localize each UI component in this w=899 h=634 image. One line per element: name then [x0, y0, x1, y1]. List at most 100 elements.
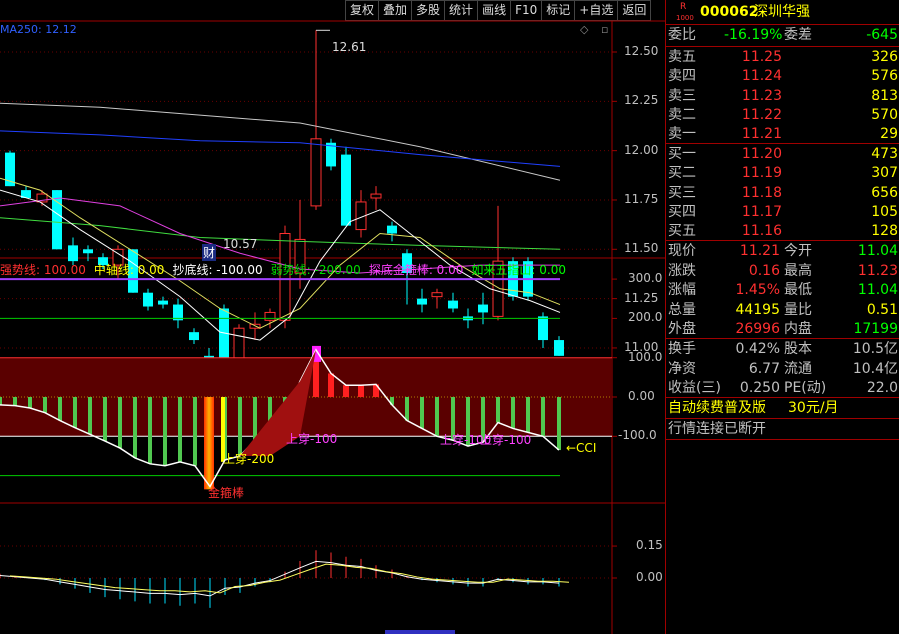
cci-green-bar [103, 397, 107, 442]
cci-green-bar [0, 397, 2, 405]
ind-tick-label: 300.0 [628, 271, 663, 286]
stat-row: 涨跌 0.16 最高 11.23 [668, 262, 898, 279]
macd-dea-line [9, 563, 570, 594]
stat2-row: 换手 0.42% 股本 10.5亿 [668, 341, 898, 357]
cci-green-bar [163, 397, 167, 466]
bid-row-2: 买二 11.19 307 [668, 165, 898, 182]
cci-green-bar [118, 397, 122, 449]
close-chart-icon[interactable]: ▫ [601, 23, 608, 36]
ind-tick-label: 0.00 [628, 389, 655, 403]
chart-area[interactable] [0, 0, 665, 634]
stat-row: 现价 11.21 今开 11.04 [668, 243, 898, 259]
cci-green-bar [557, 397, 561, 451]
stat-row: 总量 44195 量比 0.51 [668, 301, 898, 318]
high-price-label: 12.61 [332, 40, 367, 54]
stock-code: 000062 [700, 4, 759, 20]
price-tick-label: 12.50 [624, 44, 659, 58]
bid-row-5: 买五 11.16 128 [668, 223, 898, 240]
candle-down [538, 316, 548, 341]
legend-item-5: 如来五指山: 0.00 [471, 263, 566, 277]
cci-green-bar [238, 397, 242, 456]
promo-price[interactable]: 30元/月 [788, 398, 839, 418]
ind-tick-label: -100.0 [618, 428, 657, 443]
cci-green-bar [511, 397, 515, 429]
candle-down [448, 300, 458, 309]
legend-item-4: 探底金箍棒: 0.00 [368, 263, 464, 277]
promo-text[interactable]: 自动续费普及版 [668, 398, 766, 418]
stock-name: 深圳华强 [754, 4, 810, 20]
candle-up [370, 193, 382, 199]
candle-down [387, 225, 397, 234]
candle-down [478, 304, 488, 313]
ask-row-2: 卖二 11.22 570 [668, 106, 898, 123]
stat2-row: 收益(三) 0.250 PE(动) 22.0 [668, 380, 898, 396]
candle-down [417, 298, 427, 305]
price-tick-label: 11.50 [624, 241, 659, 256]
legend-item-0: 强势线: 100.00 [0, 263, 86, 277]
cci-green-bar [178, 397, 182, 462]
candle-up [431, 292, 443, 298]
macd-tick-label: 0.00 [636, 570, 663, 584]
cci-green-bar [420, 397, 424, 429]
ma-line-white [0, 102, 561, 181]
cci-green-bar [193, 397, 197, 466]
plot-frame [0, 21, 612, 634]
cci-red-bar [328, 373, 334, 397]
ask-row-4: 卖四 11.24 576 [668, 68, 898, 85]
cci-green-bar [148, 397, 152, 464]
financial-marker[interactable]: 财 [202, 244, 217, 261]
annotation-up-100-c: 上穿-100 [480, 433, 532, 447]
macd-dif-line [0, 560, 560, 597]
stat2-row: 净资 6.77 流通 10.4亿 [668, 360, 898, 377]
cci-label: ←CCI [566, 441, 597, 455]
cci-green-bar [405, 397, 409, 421]
cci-green-bar [541, 397, 545, 437]
cci-green-bar [435, 397, 439, 437]
annotation-gold-bar: 金箍棒 [208, 486, 245, 500]
weibi-row: 委比 -16.19% 委差 -645 [668, 27, 898, 43]
annotation-up-100-a: 上穿-100 [286, 432, 338, 446]
cci-green-bar [58, 397, 62, 421]
cci-red-bar [358, 385, 364, 397]
status-row: 行情连接已断开 [666, 419, 899, 439]
cci-green-bar [73, 397, 77, 428]
diamond-icon[interactable]: ◇ [580, 23, 588, 36]
ask-row-3: 卖三 11.23 813 [668, 87, 898, 104]
legend-item-2: 抄底线: -100.00 [172, 263, 263, 277]
stat-row: 外盘 26996 内盘 17199 [668, 321, 898, 337]
ask-row-5: 卖五 11.25 326 [668, 49, 898, 65]
candle-up [264, 311, 276, 321]
ind-tick-label: 100.0 [628, 349, 663, 364]
cci-red-bar [343, 385, 349, 397]
price-tick-label: 12.00 [624, 142, 659, 157]
ma250-label: MA250: 12.12 [0, 23, 77, 36]
candle-down [83, 249, 93, 254]
bid-row-1: 买一 11.20 473 [668, 146, 898, 162]
candle-up [310, 138, 322, 207]
low-price-label: 10.57 [223, 237, 258, 251]
ask-row-1: 卖一 11.21 29 [668, 126, 898, 143]
cci-green-bar [496, 397, 500, 423]
scroll-thumb [385, 630, 455, 634]
bid-row-3: 买三 11.18 656 [668, 184, 898, 201]
cci-green-bar [526, 397, 530, 433]
cci-green-bar [253, 397, 257, 441]
bid-row-4: 买四 11.17 105 [668, 203, 898, 220]
candle-down [158, 300, 168, 305]
annotation-up-200: 上穿-200 [223, 452, 275, 466]
ma-line-blue [0, 130, 561, 167]
candle-down [68, 245, 78, 262]
cci-green-bar [133, 397, 137, 458]
cci-green-bar [88, 397, 92, 435]
legend-item-1: 中轴线: 0.00 [93, 263, 165, 277]
macd-tick-label: 0.15 [636, 538, 663, 553]
gold-bar [204, 397, 214, 490]
cci-green-bar [28, 397, 32, 409]
connection-status: 行情连接已断开 [668, 421, 766, 437]
ind-tick-label: 200.0 [628, 310, 663, 325]
cci-green-bar [43, 397, 47, 413]
price-tick-label: 11.75 [624, 191, 659, 206]
promo-row[interactable]: 自动续费普及版 30元/月 [666, 398, 899, 418]
legend-item-3: 弱势线: -200.00 [270, 263, 361, 277]
stat-row: 涨幅 1.45% 最低 11.04 [668, 282, 898, 298]
